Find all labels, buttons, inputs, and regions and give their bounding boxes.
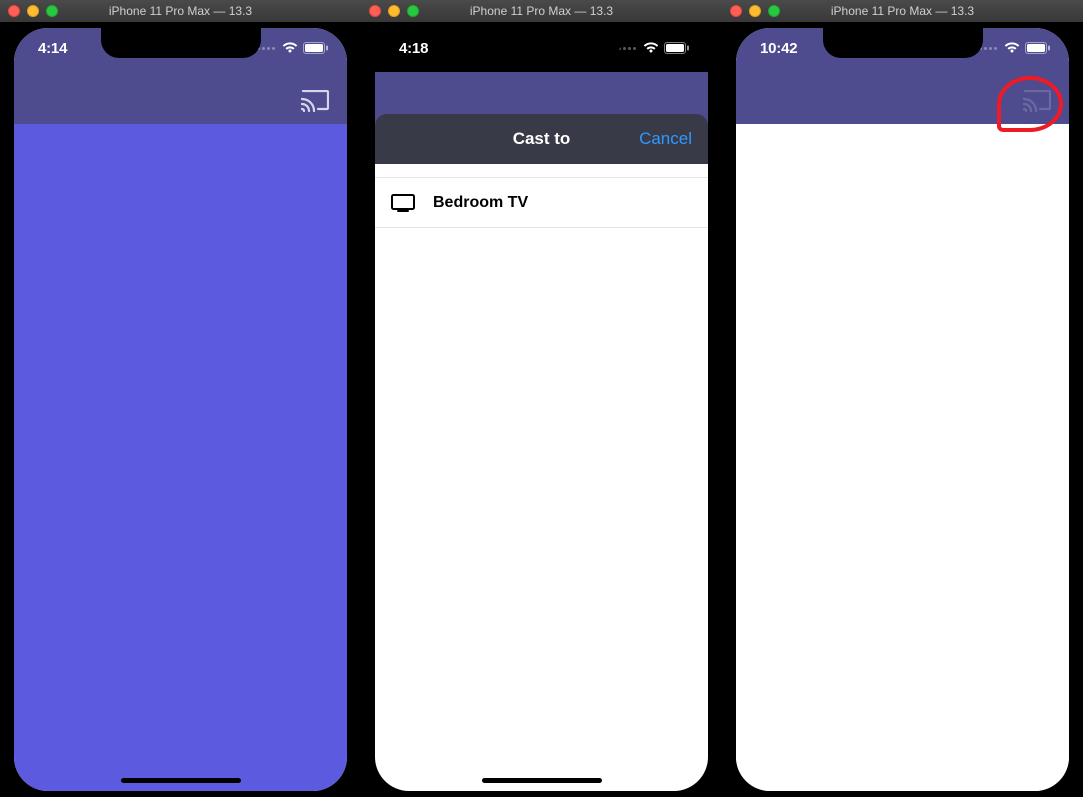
traffic-lights [0,5,58,17]
close-window-button[interactable] [8,5,20,17]
sheet-header: Cast to Cancel [375,114,708,164]
simulator-window: iPhone 11 Pro Max — 13.3 10:42 [722,0,1083,797]
cast-button[interactable] [297,86,333,116]
traffic-lights [361,5,419,17]
device-notch [462,28,622,58]
device-screen: 10:42 [736,28,1069,791]
close-window-button[interactable] [369,5,381,17]
device-frame: 4:18 Cast to Cancel [361,22,722,797]
simulator-window: iPhone 11 Pro Max — 13.3 4:14 [0,0,361,797]
device-notch [101,28,261,58]
minimize-window-button[interactable] [749,5,761,17]
content-area [14,124,347,791]
cast-icon [1023,90,1051,112]
macos-titlebar: iPhone 11 Pro Max — 13.3 [361,0,722,22]
cancel-button[interactable]: Cancel [639,129,692,149]
zoom-window-button[interactable] [407,5,419,17]
sheet-separator [375,164,708,178]
cast-device-row[interactable]: Bedroom TV [375,178,708,228]
zoom-window-button[interactable] [768,5,780,17]
minimize-window-button[interactable] [388,5,400,17]
device-screen: 4:18 Cast to Cancel [375,28,708,791]
device-notch [823,28,983,58]
close-window-button[interactable] [730,5,742,17]
cast-button[interactable] [1019,86,1055,116]
device-screen: 4:14 [14,28,347,791]
tv-icon [391,194,415,212]
macos-titlebar: iPhone 11 Pro Max — 13.3 [0,0,361,22]
zoom-window-button[interactable] [46,5,58,17]
sheet-title: Cast to [513,129,571,149]
cast-device-name: Bedroom TV [433,194,528,212]
traffic-lights [722,5,780,17]
home-indicator[interactable] [482,778,602,783]
simulator-window: iPhone 11 Pro Max — 13.3 4:18 Ca [361,0,722,797]
macos-titlebar: iPhone 11 Pro Max — 13.3 [722,0,1083,22]
cast-icon [301,90,329,112]
home-indicator[interactable] [121,778,241,783]
minimize-window-button[interactable] [27,5,39,17]
sheet-body: Bedroom TV [375,164,708,791]
content-area [736,124,1069,791]
device-frame: 4:14 [0,22,361,797]
device-frame: 10:42 [722,22,1083,797]
